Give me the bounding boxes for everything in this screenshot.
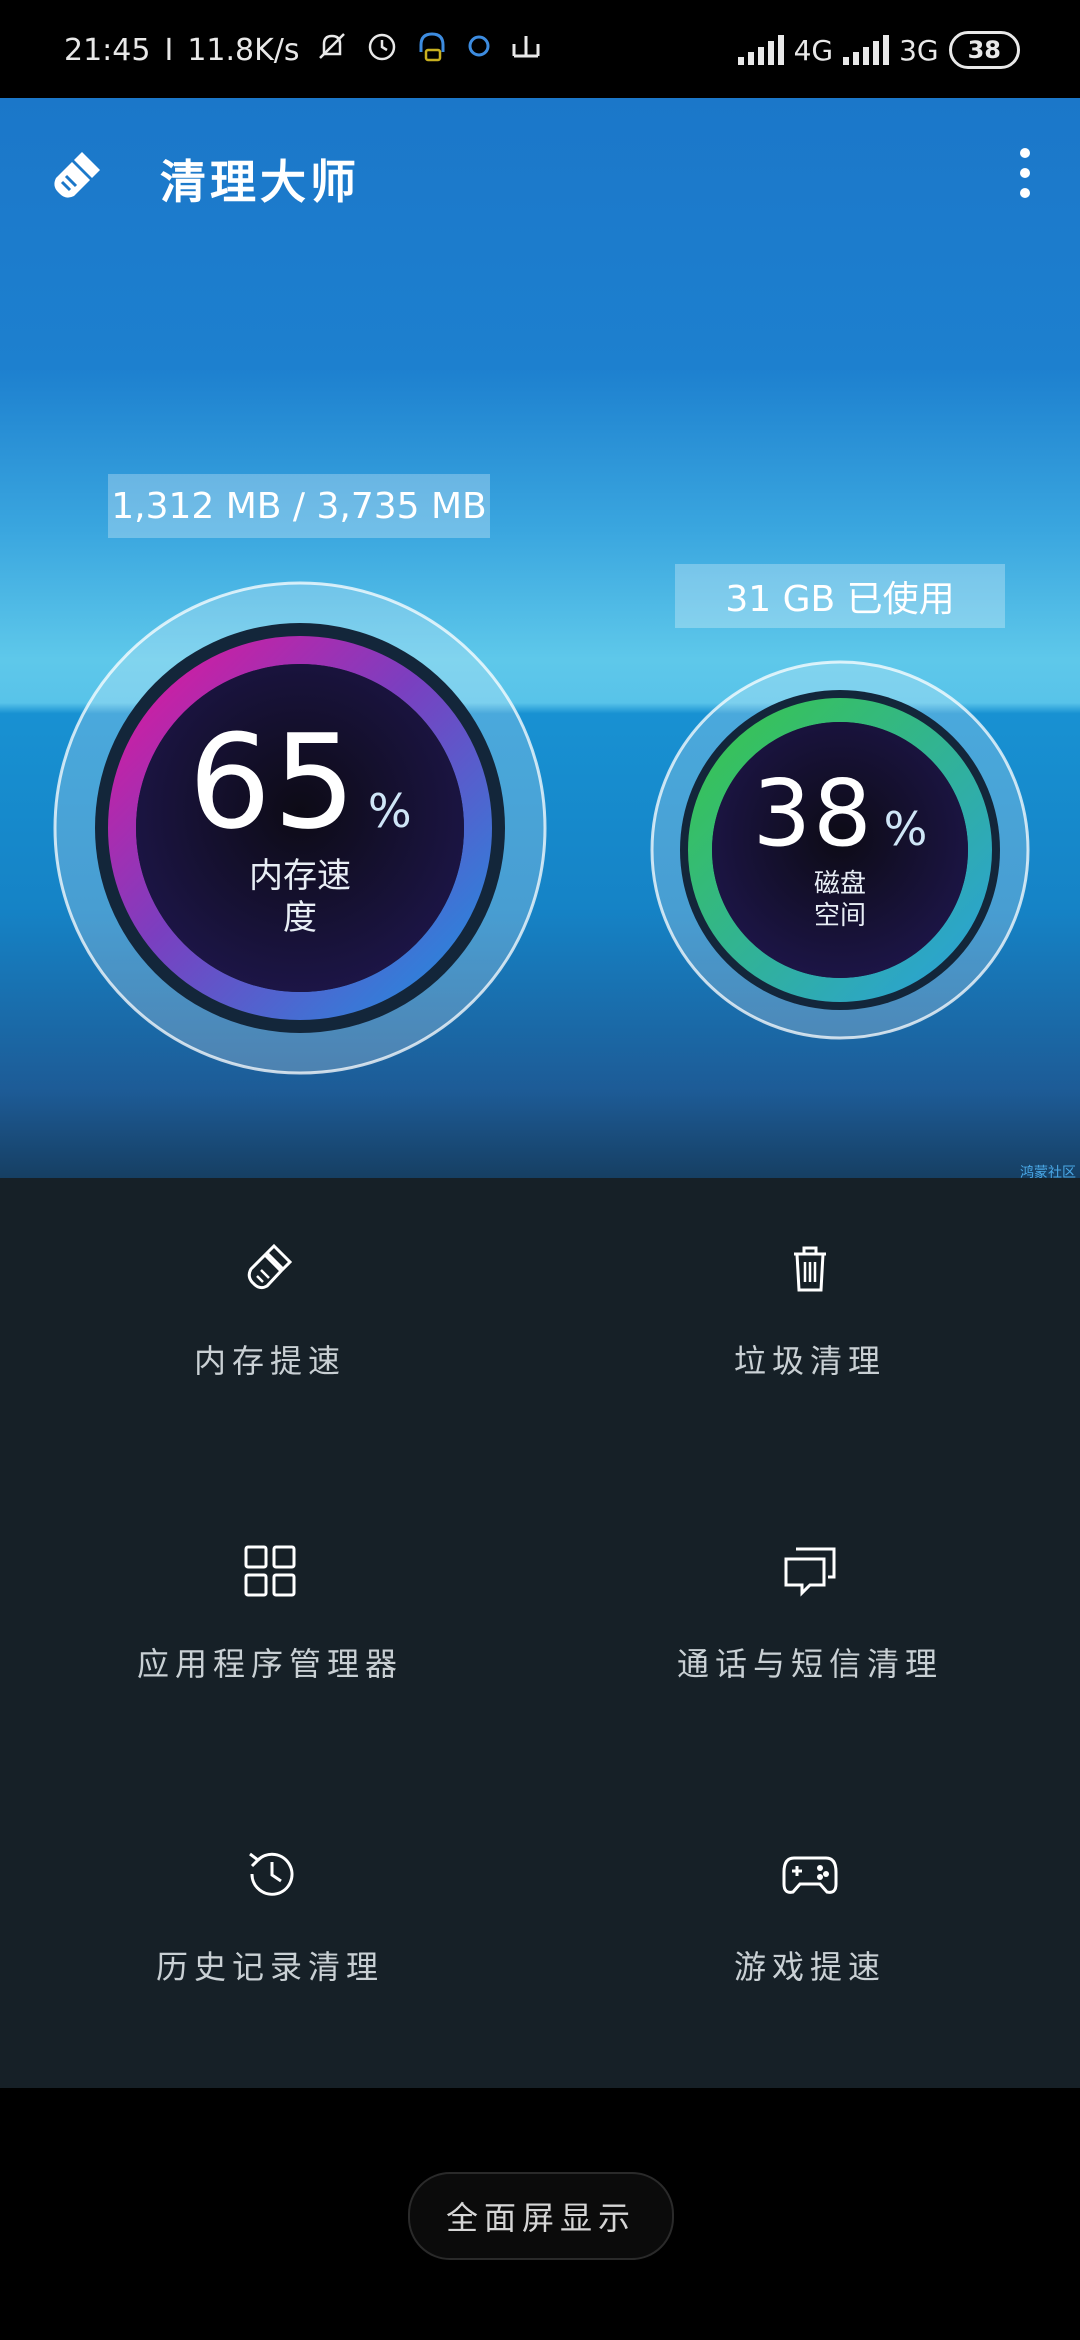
network-type-2: 3G [899, 33, 939, 67]
menu-item-app-manager[interactable]: 应用程序管理器 [0, 1481, 540, 1781]
memory-gauge[interactable]: 65 % 内存速度 [50, 578, 550, 1078]
status-left: 21:45 I 11.8K/s [64, 28, 544, 72]
menu-item-game-boost[interactable]: 游戏提速 [540, 1784, 1080, 2084]
menu-item-memory-boost[interactable]: 内存提速 [0, 1178, 540, 1478]
memory-usage-label: 1,312 MB / 3,735 MB [108, 474, 490, 538]
battery-indicator: 38 [948, 31, 1020, 69]
menu-item-label: 垃圾清理 [733, 1342, 886, 1380]
chat-icon [784, 1547, 836, 1597]
status-bar: 21:45 I 11.8K/s 4G 3G 38 [0, 0, 1080, 98]
disk-percent-sign: % [883, 801, 928, 856]
broom-logo-icon [54, 152, 100, 198]
menu-item-label: 通话与短信清理 [676, 1645, 943, 1683]
menu-item-history-clean[interactable]: 历史记录清理 [0, 1784, 540, 2084]
headset-icon [414, 28, 450, 72]
feature-menu: 内存提速 垃圾清理 应用程序管理器 通话与短信清理 历史记录清理 游戏提速 [0, 1178, 1080, 2088]
history-icon [249, 1852, 294, 1896]
menu-item-label: 历史记录清理 [155, 1948, 384, 1986]
memory-percent-sign: % [367, 783, 412, 838]
menu-item-label: 内存提速 [193, 1342, 346, 1380]
app-bar: 清理大师 [0, 98, 1080, 248]
app-notification-icon [464, 31, 494, 69]
status-right: 4G 3G 38 [737, 28, 1020, 72]
grid-icon [244, 1545, 296, 1597]
bottom-area: 全面屏显示 [0, 2088, 1080, 2340]
menu-item-junk-clean[interactable]: 垃圾清理 [540, 1178, 1080, 1478]
trash-icon [794, 1246, 826, 1292]
mute-icon [314, 28, 350, 72]
menu-item-call-sms-clean[interactable]: 通话与短信清理 [540, 1481, 1080, 1781]
memory-gauge-label: 内存速度 [249, 855, 351, 939]
disk-gauge[interactable]: 38 % 磁盘空间 [648, 658, 1032, 1042]
disk-percent-value: 38 [752, 759, 874, 867]
status-time: 21:45 [64, 32, 151, 68]
menu-item-label: 应用程序管理器 [136, 1645, 403, 1683]
disk-usage-label: 31 GB 已使用 [675, 564, 1005, 628]
memory-percent-value: 65 [188, 705, 358, 858]
app-title: 清理大师 [160, 155, 360, 209]
broom-icon [247, 1243, 293, 1290]
gamepad-icon [782, 1856, 838, 1894]
status-speed: 11.8K/s [187, 32, 300, 68]
mountain-icon [508, 28, 544, 72]
status-divider: I [164, 32, 174, 68]
hero-panel: 清理大师 1,312 MB / 3,735 MB 31 GB 已使用 65 % … [0, 98, 1080, 1178]
signal-icon [737, 35, 784, 65]
fullscreen-display-button[interactable]: 全面屏显示 [408, 2172, 674, 2260]
menu-item-label: 游戏提速 [733, 1948, 886, 1986]
disk-gauge-label: 磁盘空间 [813, 868, 866, 932]
alarm-icon [364, 28, 400, 72]
signal-icon-2 [843, 35, 890, 65]
more-options-icon[interactable] [1018, 148, 1032, 198]
network-type-1: 4G [793, 33, 834, 67]
